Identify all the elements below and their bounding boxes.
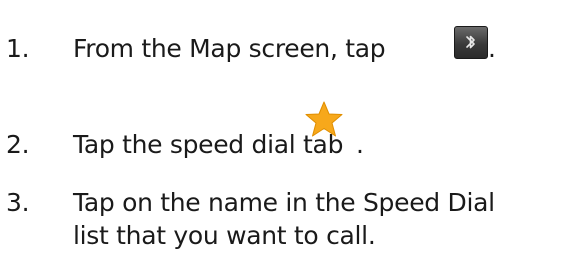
step-2-period: . [356, 130, 364, 159]
step-3-instruction-line-1: Tap on the name in the Speed Dial [73, 188, 495, 217]
bluetooth-icon [454, 26, 488, 59]
star-icon [305, 101, 343, 137]
step-2-instruction: Tap the speed dial tab [73, 130, 344, 159]
step-text: From the Map screen, tap [73, 32, 386, 65]
step-number: 3. [6, 188, 30, 217]
step-1-instruction: From the Map screen, tap [73, 34, 386, 63]
step-number: 1. [6, 34, 30, 63]
step-3-instruction-line-2: list that you want to call. [73, 221, 376, 250]
bluetooth-glyph [466, 35, 475, 49]
step-number: 2. [6, 130, 30, 159]
step-1-period: . [488, 34, 496, 63]
